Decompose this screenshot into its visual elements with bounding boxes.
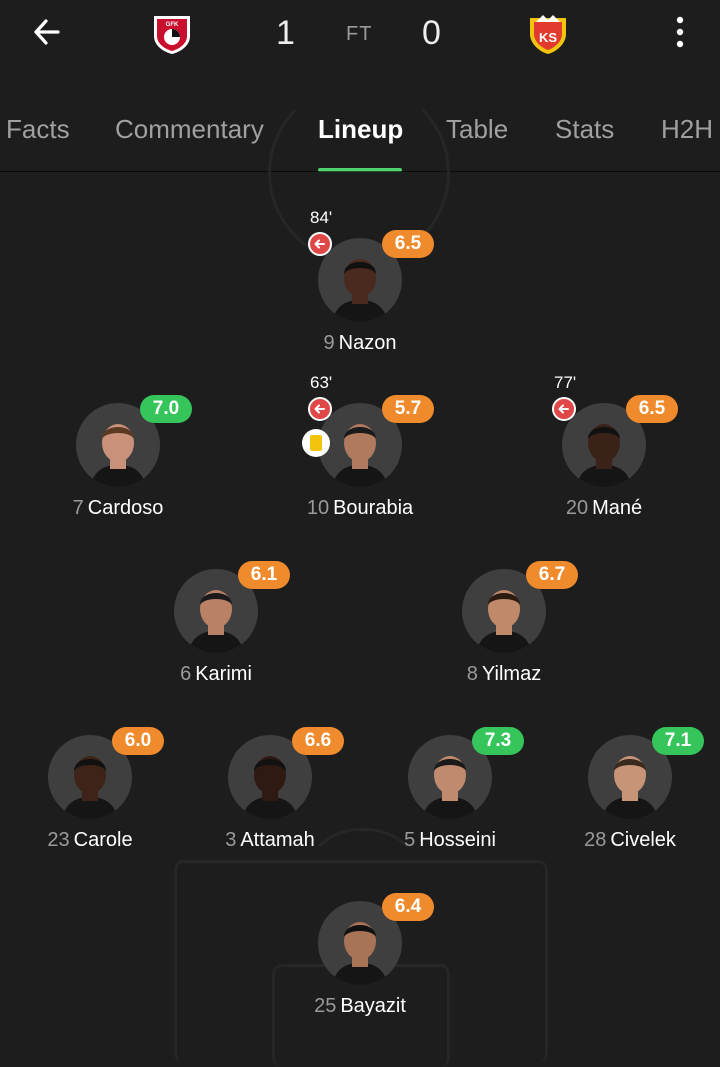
player-rating-badge: 5.7: [382, 395, 434, 423]
player-name-label: 9 Nazon: [240, 332, 480, 355]
player-rating-badge: 6.1: [238, 561, 290, 589]
shirt-number: 7: [72, 497, 84, 519]
player-name: Nazon: [338, 332, 397, 354]
player-name: Mané: [592, 497, 643, 519]
player-rating-badge: 6.5: [382, 230, 434, 258]
substituted-off-icon: [308, 397, 332, 421]
player-card[interactable]: 7.1 28 Civelek: [550, 705, 710, 851]
player-card[interactable]: 7.3 5 Hosseini: [370, 705, 530, 851]
player-name-label: 28 Civelek: [510, 829, 720, 852]
yellow-card-icon: [302, 429, 330, 457]
tab-stats[interactable]: Stats: [555, 114, 614, 145]
substitution-minute: 84': [310, 208, 333, 227]
player-name-label: 10 Bourabia: [240, 497, 480, 520]
back-arrow-icon[interactable]: [28, 12, 72, 52]
player-name-label: 25 Bayazit: [240, 995, 480, 1018]
player-rating-badge: 6.4: [382, 893, 434, 921]
substituted-off-icon: [308, 232, 332, 256]
player-rating-badge: 7.3: [472, 727, 524, 755]
player-card[interactable]: 6.5 84' 9 Nazon: [280, 208, 440, 354]
player-card[interactable]: 6.7 8 Yilmaz: [424, 539, 584, 685]
player-name: Cardoso: [87, 497, 164, 519]
away-team-crest-icon[interactable]: KS: [526, 12, 570, 56]
player-name: Attamah: [240, 829, 315, 851]
player-name: Bourabia: [333, 497, 414, 519]
away-score: 0: [422, 14, 441, 52]
player-name: Yilmaz: [481, 663, 542, 685]
tab-h2h[interactable]: H2H: [661, 114, 713, 145]
home-score: 1: [276, 14, 295, 52]
player-name-label: 6 Karimi: [96, 663, 336, 686]
more-options-icon[interactable]: [668, 14, 692, 50]
tab-table[interactable]: Table: [446, 114, 508, 145]
player-rating-badge: 6.0: [112, 727, 164, 755]
substituted-off-icon: [552, 397, 576, 421]
away-crest-text: KS: [539, 30, 557, 45]
player-card[interactable]: 7.0 7 Cardoso: [38, 373, 198, 519]
player-rating-badge: 6.6: [292, 727, 344, 755]
shirt-number: 5: [404, 829, 416, 851]
tab-commentary[interactable]: Commentary: [115, 114, 264, 145]
shirt-number: 10: [306, 497, 330, 519]
player-card[interactable]: 6.6 3 Attamah: [190, 705, 350, 851]
tab-facts[interactable]: Facts: [6, 114, 70, 145]
home-team-crest-icon[interactable]: GFK: [150, 12, 194, 56]
home-crest-text: GFK: [166, 22, 179, 28]
shirt-number: 6: [180, 663, 192, 685]
player-rating-badge: 6.5: [626, 395, 678, 423]
shirt-number: 9: [323, 332, 335, 354]
substitution-minute: 77': [554, 373, 577, 392]
player-name-label: 7 Cardoso: [0, 497, 238, 520]
player-name: Bayazit: [340, 995, 406, 1017]
shirt-number: 8: [466, 663, 478, 685]
player-card[interactable]: 6.4 25 Bayazit: [280, 871, 440, 1017]
shirt-number: 23: [47, 829, 70, 851]
player-rating-badge: 6.7: [526, 561, 578, 589]
player-name-label: 8 Yilmaz: [384, 663, 624, 686]
substitution-minute: 63': [310, 373, 333, 392]
player-card[interactable]: 5.7 63' 10 Bourabia: [280, 373, 440, 519]
player-name: Carole: [73, 829, 133, 851]
shirt-number: 20: [565, 497, 589, 519]
player-name-label: 20 Mané: [484, 497, 720, 520]
player-name: Civelek: [610, 829, 676, 851]
player-rating-badge: 7.0: [140, 395, 192, 423]
match-status: FT: [346, 23, 373, 45]
player-name: Karimi: [195, 663, 252, 685]
shirt-number: 28: [584, 829, 607, 851]
shirt-number: 25: [314, 995, 337, 1017]
player-card[interactable]: 6.5 77' 20 Mané: [524, 373, 684, 519]
player-card[interactable]: 6.0 23 Carole: [10, 705, 170, 851]
player-name: Hosseini: [419, 829, 496, 851]
shirt-number: 3: [225, 829, 237, 851]
player-card[interactable]: 6.1 6 Karimi: [136, 539, 296, 685]
player-rating-badge: 7.1: [652, 727, 704, 755]
